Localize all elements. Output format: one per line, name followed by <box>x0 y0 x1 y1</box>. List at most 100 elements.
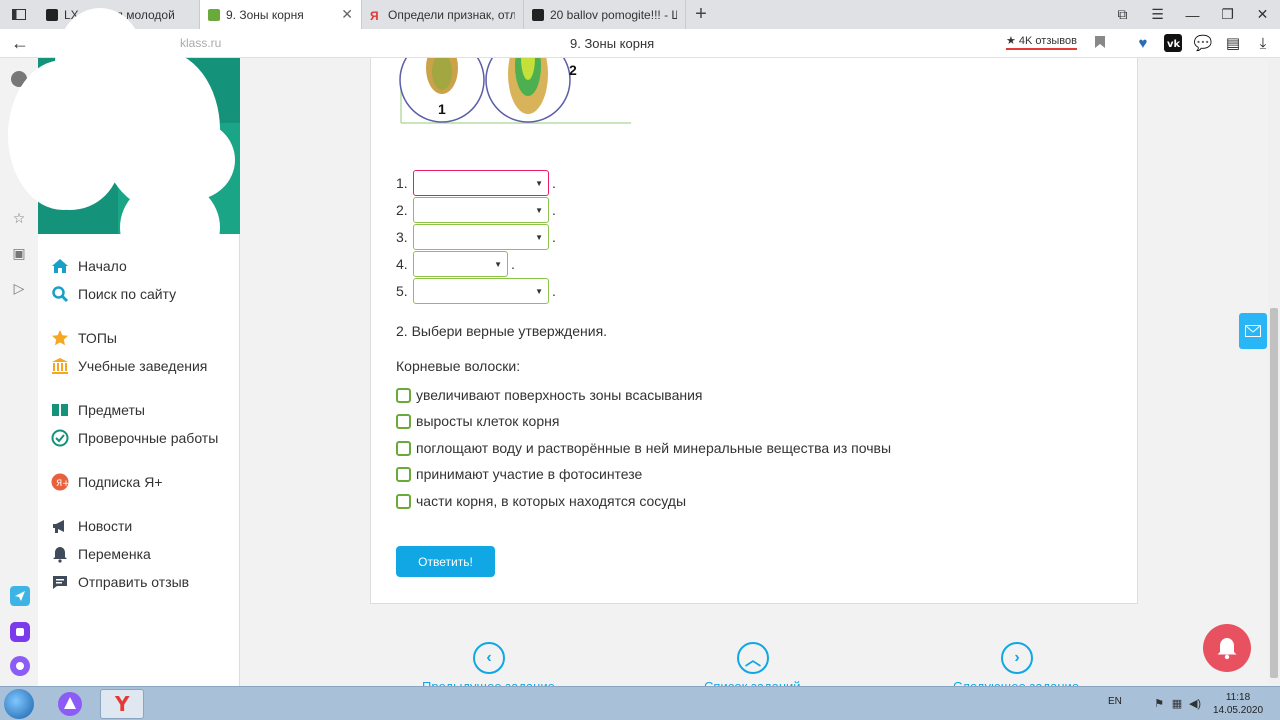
sidebar-item-tops[interactable]: ТОПы <box>50 324 240 352</box>
language-indicator[interactable]: EN <box>1108 696 1122 707</box>
messenger-icon[interactable] <box>10 586 30 606</box>
sidebar-item-subjects[interactable]: Предметы <box>50 396 240 424</box>
row-number: 4. <box>396 256 408 272</box>
chat-icon[interactable]: 💬 <box>1188 32 1218 54</box>
bookmark-icon[interactable] <box>1094 35 1106 49</box>
task-list-icon[interactable]: ︿ <box>737 642 769 674</box>
play-icon[interactable]: ▷ <box>10 280 28 298</box>
row-number: 1. <box>396 175 408 191</box>
select-dropdown-4[interactable]: ▼ <box>413 251 508 277</box>
answer-button[interactable]: Ответить! <box>396 546 495 577</box>
star-icon[interactable]: ☆ <box>10 210 28 228</box>
close-window-icon[interactable]: ✕ <box>1245 0 1280 29</box>
reviews-badge[interactable]: ★ 4K отзывов <box>1006 34 1077 50</box>
sidebar-nav: Начало Поиск по сайту ТОПы Учебные завед… <box>50 252 240 596</box>
favorites-heart-icon[interactable]: ♥ <box>1128 32 1158 54</box>
menu-icon[interactable]: ☰ <box>1140 0 1175 29</box>
bell-icon <box>50 544 70 564</box>
sidebar-item-news[interactable]: Новости <box>50 512 240 540</box>
next-task-icon[interactable]: › <box>1001 642 1033 674</box>
bookmarks-panel-icon[interactable]: ⧉ <box>1105 0 1140 29</box>
alice-icon[interactable] <box>10 656 30 676</box>
chevron-down-icon: ▼ <box>535 206 543 215</box>
select-row-4: 4. ▼ . <box>396 251 515 277</box>
alice-taskbar-icon[interactable] <box>48 689 92 719</box>
vk-icon[interactable]: vk <box>1158 32 1188 54</box>
root-zones-figure <box>399 58 631 124</box>
row-number: 2. <box>396 202 408 218</box>
sidebar-item-label: Проверочные работы <box>78 430 219 446</box>
tab-title: 9. Зоны корня <box>226 7 304 22</box>
checkbox[interactable] <box>396 413 411 429</box>
option-label: принимают участие в фотосинтезе <box>416 466 643 482</box>
sidebar-item-tests[interactable]: Проверочные работы <box>50 424 240 452</box>
tab-list-icon[interactable] <box>0 0 38 29</box>
url-text[interactable]: klass.ru <box>180 36 221 50</box>
minimize-icon[interactable]: — <box>1175 0 1210 29</box>
flag-icon[interactable]: ⚑ <box>1150 697 1168 710</box>
option-checkbox-3[interactable]: поглощают воду и растворённые в ней мине… <box>396 438 891 458</box>
checkbox[interactable] <box>396 387 411 403</box>
select-row-1: 1. ▼ . <box>396 170 556 196</box>
select-row-2: 2. ▼ . <box>396 197 556 223</box>
sidebar-item-subscription[interactable]: Я+ Подписка Я+ <box>50 468 240 496</box>
yandex-browser-taskbar-icon[interactable]: Y <box>100 689 144 719</box>
main-content: 1 2 1. ▼ . 2. ▼ . 3. ▼ . 4. ▼ . 5. ▼ . 2… <box>240 58 1268 694</box>
row-number: 5. <box>396 283 408 299</box>
question-title: 2. Выбери верные утверждения. <box>396 323 608 339</box>
option-checkbox-2[interactable]: выросты клеток корня <box>396 411 559 431</box>
chevron-down-icon: ▼ <box>535 287 543 296</box>
volume-icon[interactable]: ◀) <box>1186 697 1204 710</box>
chevron-down-icon: ▼ <box>535 179 543 188</box>
network-icon[interactable]: ▦ <box>1168 697 1186 710</box>
date: 14.05.2020 <box>1212 705 1264 716</box>
extension-icon[interactable]: ▤ <box>1218 32 1248 54</box>
sidebar-item-institutions[interactable]: Учебные заведения <box>50 352 240 380</box>
sidebar-item-search[interactable]: Поиск по сайту <box>50 280 240 308</box>
row-number: 3. <box>396 229 408 245</box>
select-dropdown-1[interactable]: ▼ <box>413 170 549 196</box>
sidebar-item-label: Новости <box>78 518 133 534</box>
tab-4[interactable]: 20 ballov pomogite!!! - Шк <box>524 0 686 29</box>
select-dropdown-3[interactable]: ▼ <box>413 224 549 250</box>
sidebar-item-label: Поиск по сайту <box>78 286 177 302</box>
option-checkbox-5[interactable]: части корня, в которых находятся сосуды <box>396 491 686 511</box>
task-card: 1 2 1. ▼ . 2. ▼ . 3. ▼ . 4. ▼ . 5. ▼ . 2… <box>370 58 1138 604</box>
sidebar-item-feedback[interactable]: Отправить отзыв <box>50 568 240 596</box>
tab-favicon-icon <box>208 8 220 21</box>
checkbox[interactable] <box>396 466 411 482</box>
sidebar-item-break[interactable]: Переменка <box>50 540 240 568</box>
feedback-icon <box>50 572 70 592</box>
tab-3[interactable]: Я Определи признак, отлича <box>362 0 524 29</box>
time: 11:18 <box>1225 692 1251 703</box>
sidebar-item-label: Учебные заведения <box>78 358 208 374</box>
option-label: части корня, в которых находятся сосуды <box>416 493 687 509</box>
tab-title: 20 ballov pomogite!!! - Шк <box>550 7 677 22</box>
select-row-5: 5. ▼ . <box>396 278 556 304</box>
select-dropdown-5[interactable]: ▼ <box>413 278 549 304</box>
sidebar-item-label: Отправить отзыв <box>78 574 190 590</box>
svg-text:Я+: Я+ <box>56 479 69 489</box>
start-button-icon[interactable] <box>4 689 34 719</box>
download-icon[interactable]: ⤓ <box>1248 32 1278 54</box>
option-checkbox-1[interactable]: увеличивают поверхность зоны всасывания <box>396 385 703 405</box>
select-dropdown-2[interactable]: ▼ <box>413 197 549 223</box>
tab-2-active[interactable]: 9. Зоны корня ✕ <box>200 0 362 29</box>
notification-bell-icon[interactable] <box>1203 624 1251 672</box>
tab-title: Определи признак, отлича <box>388 7 515 22</box>
collections-icon[interactable]: ▣ <box>10 245 28 263</box>
new-tab-button[interactable]: + <box>686 3 716 26</box>
address-bar: ← klass.ru 9. Зоны корня ★ 4K отзывов ♥ … <box>0 29 1280 58</box>
prev-task-icon[interactable]: ‹ <box>473 642 505 674</box>
app-icon[interactable] <box>10 622 30 642</box>
checkbox[interactable] <box>396 493 411 509</box>
close-tab-icon[interactable]: ✕ <box>341 6 353 23</box>
mail-icon[interactable] <box>1239 313 1267 349</box>
checkbox[interactable] <box>396 440 411 456</box>
option-checkbox-4[interactable]: принимают участие в фотосинтезе <box>396 464 642 484</box>
scrollbar[interactable] <box>1268 58 1280 686</box>
back-arrow-icon[interactable]: ← <box>0 33 40 54</box>
clock[interactable]: 11:18 14.05.2020 <box>1212 691 1264 717</box>
restore-icon[interactable]: ❐ <box>1210 0 1245 29</box>
scrollbar-thumb[interactable] <box>1270 308 1278 678</box>
